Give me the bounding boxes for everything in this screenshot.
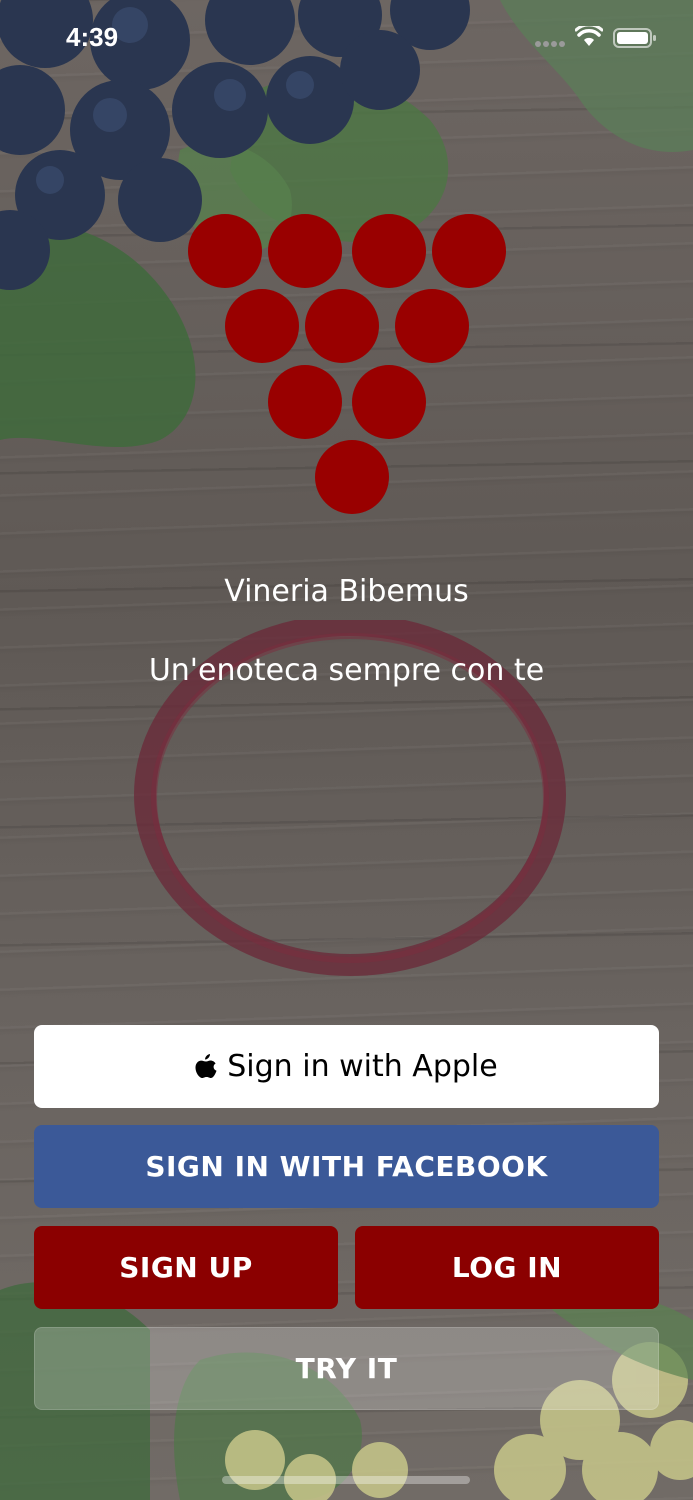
apple-button-label: Sign in with Apple: [227, 1049, 498, 1084]
log-in-button[interactable]: LOG IN: [355, 1226, 659, 1309]
status-time: 4:39: [66, 22, 119, 52]
battery-icon: [613, 28, 656, 48]
try-it-button-label: TRY IT: [295, 1352, 398, 1385]
apple-logo-icon: [195, 1053, 217, 1078]
sign-up-button[interactable]: SIGN UP: [34, 1226, 338, 1309]
app-tagline: Un'enoteca sempre con te: [148, 653, 545, 688]
wifi-icon: [575, 26, 603, 46]
sign-in-with-apple-button[interactable]: Sign in with Apple: [34, 1025, 659, 1108]
home-indicator: [222, 1476, 470, 1484]
app-title: Vineria Bibemus: [224, 574, 469, 609]
cellular-signal-icon: [535, 41, 565, 47]
sign-in-with-facebook-button[interactable]: SIGN IN WITH FACEBOOK: [34, 1125, 659, 1208]
facebook-button-label: SIGN IN WITH FACEBOOK: [145, 1150, 548, 1183]
log-in-button-label: LOG IN: [451, 1251, 563, 1284]
sign-up-button-label: SIGN UP: [119, 1251, 253, 1284]
grape-cluster-logo-icon: [188, 214, 506, 514]
status-bar: 4:39: [0, 0, 693, 80]
try-it-button[interactable]: TRY IT: [34, 1327, 659, 1410]
login-screen: 4:39 Vineria Bibemus Un'enoteca sempre c…: [0, 0, 693, 1500]
